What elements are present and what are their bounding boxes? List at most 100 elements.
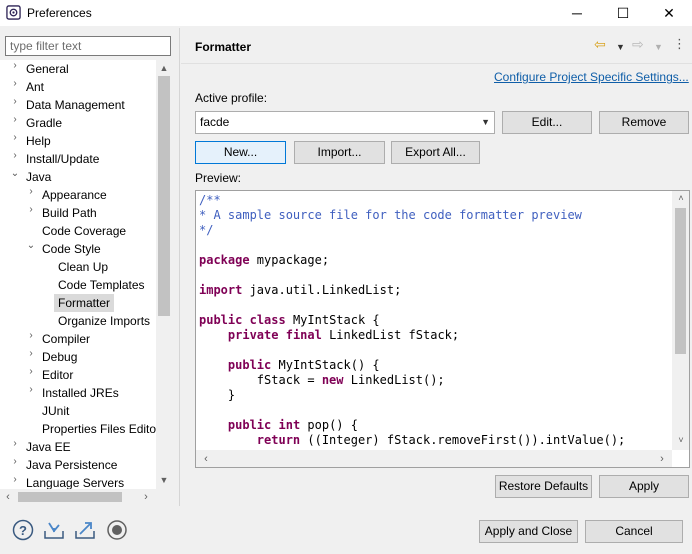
- cancel-button[interactable]: Cancel: [585, 520, 683, 543]
- chevron-right-icon[interactable]: ›: [10, 456, 20, 474]
- code-line: fStack = new LinkedList();: [199, 373, 445, 387]
- tree-item-code-coverage[interactable]: Code Coverage: [42, 222, 126, 240]
- active-profile-select[interactable]: facde ▼: [195, 111, 495, 134]
- chevron-right-icon[interactable]: ›: [10, 60, 20, 78]
- tree-item-properties-files-editor[interactable]: Properties Files Edito: [42, 420, 156, 438]
- chevron-right-icon[interactable]: ›: [10, 78, 20, 96]
- import-preferences-icon[interactable]: [43, 519, 65, 541]
- edit-button[interactable]: Edit...: [502, 111, 592, 134]
- tree-item-java-ee[interactable]: Java EE: [26, 438, 71, 456]
- restore-defaults-button[interactable]: Restore Defaults: [495, 475, 592, 498]
- tree-item-install-update[interactable]: Install/Update: [26, 150, 99, 168]
- import-button[interactable]: Import...: [294, 141, 385, 164]
- export-all-button[interactable]: Export All...: [391, 141, 480, 164]
- tree-item-build-path[interactable]: Build Path: [42, 204, 97, 222]
- tree-item-data-management[interactable]: Data Management: [26, 96, 125, 114]
- configure-project-settings-link[interactable]: Configure Project Specific Settings...: [494, 70, 689, 84]
- chevron-right-icon[interactable]: ›: [10, 96, 20, 114]
- export-preferences-icon[interactable]: [74, 519, 96, 541]
- code-line: /**: [199, 193, 221, 207]
- tree-vertical-scroll-thumb[interactable]: [158, 76, 170, 316]
- filter-input[interactable]: [5, 36, 171, 56]
- tree-item-installed-jres[interactable]: Installed JREs: [42, 384, 119, 402]
- chevron-down-icon: ▼: [481, 117, 490, 127]
- code-line: return ((Integer) fStack.removeFirst()).…: [256, 433, 626, 447]
- chevron-right-icon[interactable]: ›: [26, 348, 36, 366]
- tree-item-editor[interactable]: Editor: [42, 366, 73, 384]
- chevron-down-icon[interactable]: ⌄: [26, 240, 36, 258]
- panel-divider[interactable]: [179, 28, 180, 506]
- tree-item-compiler[interactable]: Compiler: [42, 330, 90, 348]
- chevron-down-icon[interactable]: ⌄: [10, 168, 20, 186]
- code-preview[interactable]: /** * A sample source file for the code …: [195, 190, 690, 468]
- chevron-right-icon[interactable]: ›: [10, 474, 20, 489]
- back-arrow-icon[interactable]: ⇦: [594, 37, 606, 51]
- tree-item-java-persistence[interactable]: Java Persistence: [26, 456, 117, 474]
- tree-item-appearance[interactable]: Appearance: [42, 186, 107, 204]
- code-line: */: [199, 223, 214, 237]
- chevron-right-icon[interactable]: ›: [26, 204, 36, 222]
- minimize-button[interactable]: ─: [554, 0, 600, 26]
- tree-item-help[interactable]: Help: [26, 132, 51, 150]
- help-icon[interactable]: ?: [12, 519, 34, 541]
- tree-item-language-servers[interactable]: Language Servers: [26, 474, 124, 489]
- code-line: import java.util.LinkedList;: [199, 283, 402, 297]
- view-menu-icon[interactable]: ⋮: [673, 37, 686, 51]
- maximize-button[interactable]: ☐: [600, 0, 646, 26]
- chevron-right-icon[interactable]: ›: [10, 114, 20, 132]
- new-button[interactable]: New...: [195, 141, 286, 164]
- remove-button[interactable]: Remove: [599, 111, 689, 134]
- chevron-right-icon[interactable]: ›: [10, 150, 20, 168]
- tree-horizontal-scroll-thumb[interactable]: [18, 492, 122, 502]
- chevron-right-icon[interactable]: ›: [26, 384, 36, 402]
- tree-item-clean-up[interactable]: Clean Up: [58, 258, 108, 276]
- scroll-left-arrow-icon[interactable]: ‹: [0, 491, 16, 503]
- tree-item-gradle[interactable]: Gradle: [26, 114, 62, 132]
- tree-item-java[interactable]: Java: [26, 168, 51, 186]
- active-profile-value: facde: [200, 115, 230, 129]
- preference-tree: › General › Ant › Data Management › Grad…: [0, 60, 172, 489]
- title-bar: Preferences ─ ☐ ✕: [0, 0, 692, 26]
- page-header: Formatter ⇦ ▼ ⇨ ▼ ⋮: [181, 28, 692, 64]
- apply-and-close-button[interactable]: Apply and Close: [479, 520, 578, 543]
- chevron-right-icon[interactable]: ›: [10, 132, 20, 150]
- tree-item-code-style[interactable]: Code Style: [42, 240, 101, 258]
- code-line: private final LinkedList fStack;: [227, 328, 460, 342]
- code-line: public class MyIntStack {: [199, 313, 380, 327]
- code-line: public MyIntStack() {: [227, 358, 380, 372]
- back-dropdown-icon[interactable]: ▼: [616, 40, 625, 54]
- chevron-right-icon[interactable]: ›: [26, 330, 36, 348]
- code-line: * A sample source file for the code form…: [199, 208, 582, 222]
- forward-dropdown-icon[interactable]: ▼: [654, 40, 663, 54]
- tree-item-junit[interactable]: JUnit: [42, 402, 69, 420]
- preview-label: Preview:: [195, 171, 242, 185]
- scroll-up-arrow-icon[interactable]: ▲: [156, 63, 172, 73]
- tree-item-general[interactable]: General: [26, 60, 69, 78]
- tree-item-organize-imports[interactable]: Organize Imports: [58, 312, 150, 330]
- scroll-right-arrow-icon[interactable]: ›: [654, 453, 670, 465]
- close-button[interactable]: ✕: [646, 0, 692, 26]
- tree-item-formatter[interactable]: Formatter: [54, 294, 115, 312]
- chevron-right-icon[interactable]: ›: [26, 366, 36, 384]
- scroll-right-arrow-icon[interactable]: ›: [138, 491, 154, 503]
- scroll-left-arrow-icon[interactable]: ‹: [198, 453, 214, 465]
- preview-vertical-scroll-thumb[interactable]: [675, 208, 686, 354]
- tree-item-debug[interactable]: Debug: [42, 348, 77, 366]
- forward-arrow-icon[interactable]: ⇨: [632, 37, 644, 51]
- tree-item-ant[interactable]: Ant: [26, 78, 44, 96]
- record-icon[interactable]: [106, 519, 128, 541]
- chevron-right-icon[interactable]: ›: [26, 186, 36, 204]
- active-profile-label: Active profile:: [195, 91, 268, 105]
- apply-button[interactable]: Apply: [599, 475, 689, 498]
- eclipse-app-icon: [6, 5, 21, 20]
- code-line: package mypackage;: [199, 253, 330, 267]
- scroll-down-arrow-icon[interactable]: ˅: [673, 435, 689, 445]
- chevron-right-icon[interactable]: ›: [10, 438, 20, 456]
- page-title: Formatter: [195, 40, 252, 54]
- scroll-down-arrow-icon[interactable]: ▼: [156, 475, 172, 485]
- scroll-up-arrow-icon[interactable]: ˄: [673, 193, 689, 203]
- code-line: public int pop() {: [227, 418, 358, 432]
- formatter-page: Formatter ⇦ ▼ ⇨ ▼ ⋮ Configure Project Sp…: [181, 28, 692, 506]
- preview-horizontal-scrollbar[interactable]: [196, 450, 672, 467]
- tree-item-code-templates[interactable]: Code Templates: [58, 276, 145, 294]
